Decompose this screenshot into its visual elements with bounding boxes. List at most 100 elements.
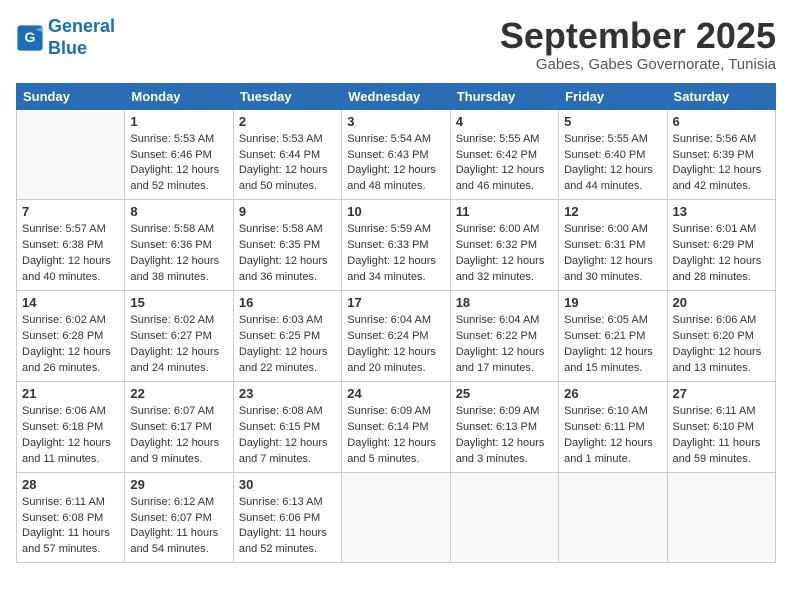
table-cell: 7 Sunrise: 5:57 AMSunset: 6:38 PMDaylight… [17,200,125,291]
table-cell [17,109,125,200]
cell-info: Sunrise: 6:09 AMSunset: 6:14 PMDaylight:… [347,404,444,468]
cell-info: Sunrise: 6:03 AMSunset: 6:25 PMDaylight:… [239,313,336,377]
cell-info: Sunrise: 5:58 AMSunset: 6:36 PMDaylight:… [130,222,227,286]
week-row-2: 7 Sunrise: 5:57 AMSunset: 6:38 PMDaylight… [17,200,776,291]
header-saturday: Saturday [667,83,775,109]
table-cell: 1 Sunrise: 5:53 AMSunset: 6:46 PMDaylight… [125,109,233,200]
table-cell: 15 Sunrise: 6:02 AMSunset: 6:27 PMDayligh… [125,291,233,382]
day-number: 6 [673,114,770,129]
week-row-3: 14 Sunrise: 6:02 AMSunset: 6:28 PMDayligh… [17,291,776,382]
table-cell: 18 Sunrise: 6:04 AMSunset: 6:22 PMDayligh… [450,291,558,382]
day-number: 11 [456,204,553,219]
day-number: 12 [564,204,661,219]
day-number: 29 [130,477,227,492]
day-number: 14 [22,295,119,310]
table-cell [667,472,775,563]
cell-info: Sunrise: 6:04 AMSunset: 6:22 PMDaylight:… [456,313,553,377]
cell-info: Sunrise: 5:58 AMSunset: 6:35 PMDaylight:… [239,222,336,286]
calendar-table: Sunday Monday Tuesday Wednesday Thursday… [16,83,776,564]
day-number: 8 [130,204,227,219]
table-cell [342,472,450,563]
svg-text:G: G [25,29,36,45]
week-row-1: 1 Sunrise: 5:53 AMSunset: 6:46 PMDaylight… [17,109,776,200]
day-number: 3 [347,114,444,129]
table-cell: 29 Sunrise: 6:12 AMSunset: 6:07 PMDayligh… [125,472,233,563]
day-number: 20 [673,295,770,310]
day-number: 24 [347,386,444,401]
header-friday: Friday [559,83,667,109]
cell-info: Sunrise: 6:05 AMSunset: 6:21 PMDaylight:… [564,313,661,377]
table-cell: 3Sunrise: 5:54 AMSunset: 6:43 PMDaylight… [342,109,450,200]
cell-info: Sunrise: 6:06 AMSunset: 6:20 PMDaylight:… [673,313,770,377]
day-number: 7 [22,204,119,219]
table-cell: 27Sunrise: 6:11 AMSunset: 6:10 PMDayligh… [667,381,775,472]
table-cell [450,472,558,563]
location-subtitle: Gabes, Gabes Governorate, Tunisia [500,56,776,73]
table-cell: 21 Sunrise: 6:06 AMSunset: 6:18 PMDayligh… [17,381,125,472]
table-cell: 23Sunrise: 6:08 AMSunset: 6:15 PMDayligh… [233,381,341,472]
cell-info: Sunrise: 5:53 AMSunset: 6:44 PMDaylight:… [239,132,336,196]
month-title: September 2025 [500,16,776,56]
cell-info: Sunrise: 6:01 AMSunset: 6:29 PMDaylight:… [673,222,770,286]
cell-info: Sunrise: 6:10 AMSunset: 6:11 PMDaylight:… [564,404,661,468]
table-cell: 5 Sunrise: 5:55 AMSunset: 6:40 PMDaylight… [559,109,667,200]
table-cell: 12 Sunrise: 6:00 AMSunset: 6:31 PMDayligh… [559,200,667,291]
table-cell: 22Sunrise: 6:07 AMSunset: 6:17 PMDayligh… [125,381,233,472]
table-cell: 9 Sunrise: 5:58 AMSunset: 6:35 PMDaylight… [233,200,341,291]
table-cell: 16 Sunrise: 6:03 AMSunset: 6:25 PMDayligh… [233,291,341,382]
cell-info: Sunrise: 6:11 AMSunset: 6:10 PMDaylight:… [673,404,770,468]
header-monday: Monday [125,83,233,109]
cell-info: Sunrise: 5:55 AMSunset: 6:42 PMDaylight:… [456,132,553,196]
day-number: 5 [564,114,661,129]
day-number: 25 [456,386,553,401]
day-number: 1 [130,114,227,129]
header-thursday: Thursday [450,83,558,109]
day-number: 22 [130,386,227,401]
day-number: 4 [456,114,553,129]
logo-text: General Blue [48,16,115,59]
table-cell: 25 Sunrise: 6:09 AMSunset: 6:13 PMDayligh… [450,381,558,472]
cell-info: Sunrise: 6:02 AMSunset: 6:27 PMDaylight:… [130,313,227,377]
table-cell: 17 Sunrise: 6:04 AMSunset: 6:24 PMDayligh… [342,291,450,382]
day-number: 23 [239,386,336,401]
cell-info: Sunrise: 5:53 AMSunset: 6:46 PMDaylight:… [130,132,227,196]
header-wednesday: Wednesday [342,83,450,109]
cell-info: Sunrise: 5:57 AMSunset: 6:38 PMDaylight:… [22,222,119,286]
week-row-5: 28Sunrise: 6:11 AMSunset: 6:08 PMDayligh… [17,472,776,563]
day-number: 26 [564,386,661,401]
header-tuesday: Tuesday [233,83,341,109]
day-number: 19 [564,295,661,310]
logo-icon: G [16,24,44,52]
table-cell: 6 Sunrise: 5:56 AMSunset: 6:39 PMDaylight… [667,109,775,200]
day-number: 15 [130,295,227,310]
logo: G General Blue [16,16,115,59]
cell-info: Sunrise: 5:55 AMSunset: 6:40 PMDaylight:… [564,132,661,196]
table-cell: 4 Sunrise: 5:55 AMSunset: 6:42 PMDaylight… [450,109,558,200]
day-number: 30 [239,477,336,492]
cell-info: Sunrise: 6:13 AMSunset: 6:06 PMDaylight:… [239,495,336,559]
cell-info: Sunrise: 5:56 AMSunset: 6:39 PMDaylight:… [673,132,770,196]
day-number: 9 [239,204,336,219]
cell-info: Sunrise: 6:09 AMSunset: 6:13 PMDaylight:… [456,404,553,468]
cell-info: Sunrise: 6:12 AMSunset: 6:07 PMDaylight:… [130,495,227,559]
table-cell: 8 Sunrise: 5:58 AMSunset: 6:36 PMDaylight… [125,200,233,291]
day-number: 16 [239,295,336,310]
table-cell: 13 Sunrise: 6:01 AMSunset: 6:29 PMDayligh… [667,200,775,291]
header-sunday: Sunday [17,83,125,109]
table-cell: 10Sunrise: 5:59 AMSunset: 6:33 PMDayligh… [342,200,450,291]
day-number: 18 [456,295,553,310]
cell-info: Sunrise: 6:04 AMSunset: 6:24 PMDaylight:… [347,313,444,377]
cell-info: Sunrise: 6:06 AMSunset: 6:18 PMDaylight:… [22,404,119,468]
cell-info: Sunrise: 6:02 AMSunset: 6:28 PMDaylight:… [22,313,119,377]
table-cell: 30 Sunrise: 6:13 AMSunset: 6:06 PMDayligh… [233,472,341,563]
day-number: 13 [673,204,770,219]
day-number: 17 [347,295,444,310]
table-cell: 2 Sunrise: 5:53 AMSunset: 6:44 PMDaylight… [233,109,341,200]
day-number: 2 [239,114,336,129]
page-header: G General Blue September 2025 Gabes, Gab… [16,16,776,73]
cell-info: Sunrise: 5:59 AMSunset: 6:33 PMDaylight:… [347,222,444,286]
title-block: September 2025 Gabes, Gabes Governorate,… [500,16,776,73]
cell-info: Sunrise: 6:00 AMSunset: 6:31 PMDaylight:… [564,222,661,286]
day-number: 21 [22,386,119,401]
table-cell: 24 Sunrise: 6:09 AMSunset: 6:14 PMDayligh… [342,381,450,472]
